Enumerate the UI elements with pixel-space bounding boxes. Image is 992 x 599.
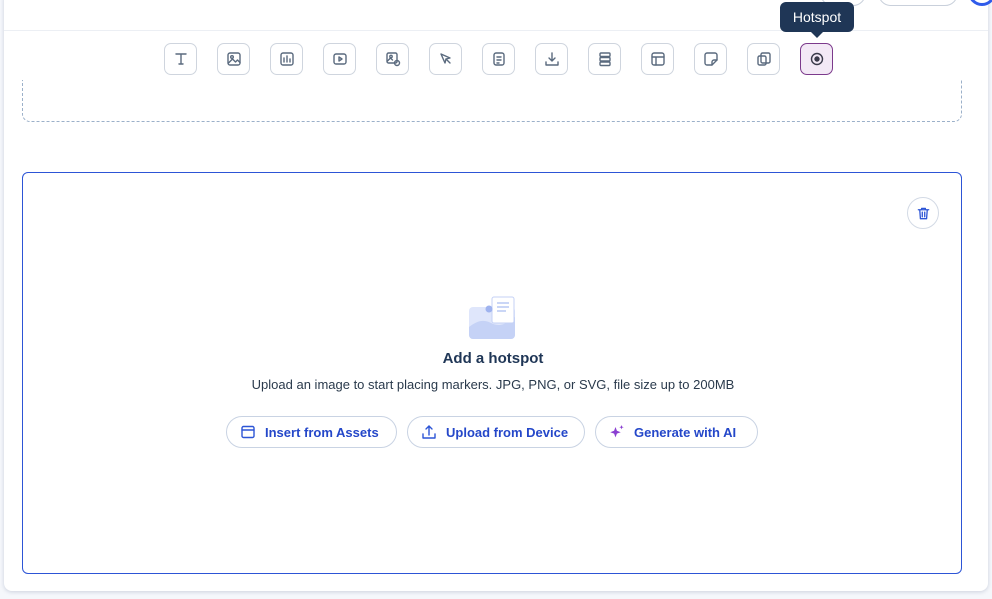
- hotspot-title: Add a hotspot: [442, 350, 544, 367]
- download-icon: [544, 52, 559, 66]
- image-plus-icon: [385, 52, 400, 67]
- layout-icon: [650, 52, 665, 66]
- delete-block-button[interactable]: [907, 197, 939, 229]
- sparkle-icon: [609, 424, 625, 440]
- image-tool-button[interactable]: [217, 43, 250, 75]
- document-icon: [492, 52, 505, 66]
- hotspot-image-illustration-icon: [469, 296, 515, 339]
- bar-chart-icon: [279, 52, 294, 66]
- insert-from-assets-button[interactable]: Insert from Assets: [226, 416, 397, 448]
- cursor-icon: [439, 53, 451, 64]
- upload-icon: [422, 425, 436, 439]
- document-tool-button[interactable]: [482, 43, 515, 75]
- video-icon: [332, 53, 347, 65]
- previous-block-dropzone: [22, 80, 962, 122]
- header-action-button[interactable]: [878, 0, 958, 6]
- copy-icon: [756, 52, 771, 66]
- chart-tool-button[interactable]: [270, 43, 303, 75]
- assets-icon: [241, 425, 255, 439]
- editor-page: Hotspot Add a hotspot Upload an image to…: [0, 0, 992, 599]
- sticker-icon: [703, 52, 718, 66]
- stack-icon: [598, 52, 611, 67]
- generate-with-ai-button[interactable]: Generate with AI: [595, 416, 758, 448]
- target-icon: [810, 52, 823, 66]
- download-tool-button[interactable]: [535, 43, 568, 75]
- trash-icon: [917, 207, 929, 219]
- image-hotspot-tool-button[interactable]: [376, 43, 409, 75]
- header-avatar[interactable]: [968, 0, 992, 6]
- sticker-tool-button[interactable]: [694, 43, 727, 75]
- image-icon: [226, 52, 241, 66]
- insert-from-assets-label: Insert from Assets: [265, 424, 379, 440]
- generate-with-ai-label: Generate with AI: [634, 424, 737, 440]
- hotspot-block[interactable]: Add a hotspot Upload an image to start p…: [22, 172, 962, 574]
- hotspot-actions: Insert from Assets Upload from Device Ge…: [23, 416, 963, 448]
- hotspot-tool-button[interactable]: [800, 43, 833, 75]
- interaction-tool-button[interactable]: [429, 43, 462, 75]
- text-icon: [174, 53, 187, 65]
- text-tool-button[interactable]: [164, 43, 197, 75]
- layers-tool-button[interactable]: [588, 43, 621, 75]
- layout-tool-button[interactable]: [641, 43, 674, 75]
- hotspot-description: Upload an image to start placing markers…: [251, 377, 735, 392]
- video-tool-button[interactable]: [323, 43, 356, 75]
- duplicate-tool-button[interactable]: [747, 43, 780, 75]
- upload-from-device-button[interactable]: Upload from Device: [407, 416, 585, 448]
- upload-from-device-label: Upload from Device: [446, 424, 569, 440]
- hotspot-tooltip: Hotspot: [780, 2, 854, 38]
